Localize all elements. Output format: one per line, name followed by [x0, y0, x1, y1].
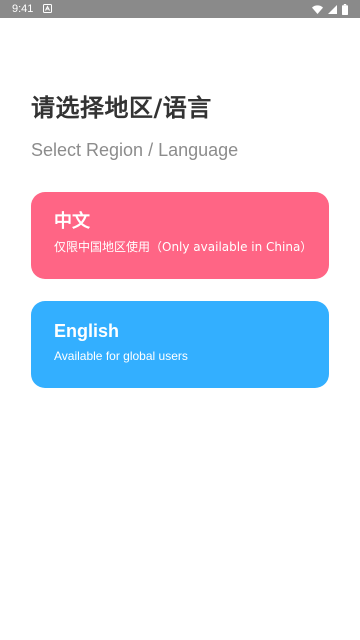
battery-icon — [342, 3, 348, 15]
chinese-region-option[interactable]: 中文 仅限中国地区使用（Only available in China） — [31, 192, 329, 279]
option-description: Available for global users — [54, 349, 188, 363]
page-subtitle: Select Region / Language — [31, 140, 239, 160]
cell-signal-icon — [328, 4, 337, 14]
english-region-option[interactable]: English Available for global users — [31, 301, 329, 388]
option-description: 仅限中国地区使用（Only available in China） — [54, 240, 313, 254]
status-icons — [312, 3, 348, 15]
android-debug-icon — [43, 4, 52, 13]
wifi-icon — [312, 4, 323, 14]
status-time: 9:41 — [12, 3, 34, 15]
page-title: 请选择地区/语言 — [31, 94, 212, 122]
option-title: English — [54, 321, 120, 341]
option-title: 中文 — [54, 211, 90, 232]
status-bar: 9:41 — [0, 0, 360, 18]
